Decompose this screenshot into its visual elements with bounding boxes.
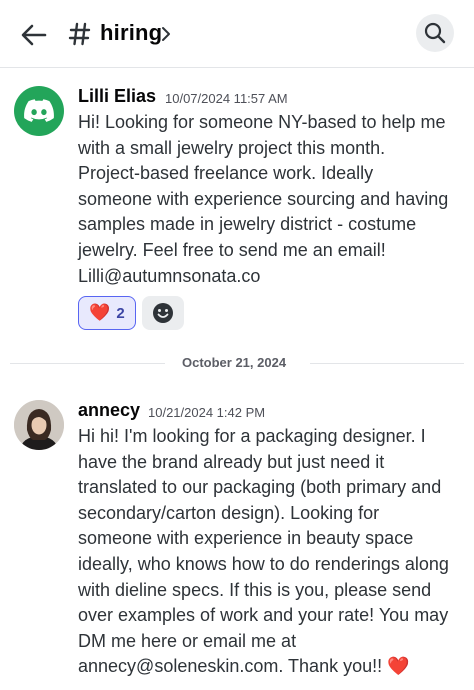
date-divider: October 21, 2024 — [10, 355, 464, 370]
heart-emoji: ❤️ — [89, 303, 111, 322]
date-divider-label: October 21, 2024 — [182, 355, 287, 370]
message-line: samples made in jewelry district - costu… — [78, 214, 417, 235]
message-line: translated to our packaging (both primar… — [78, 477, 442, 498]
channel-header: hiring — [0, 0, 474, 68]
heart-reaction-button[interactable]: ❤️ 2 — [78, 296, 136, 330]
email-link[interactable]: annecy@soleneskin.com. Thank you!! ❤️ — [78, 654, 470, 680]
message-content: Hi! Looking for someone NY-based to help… — [78, 110, 470, 289]
message-timestamp: 10/07/2024 11:57 AM — [165, 91, 288, 106]
message-line: Hi! Looking for someone NY-based to help… — [78, 112, 446, 132]
reaction-count: 2 — [116, 304, 125, 322]
message-line: jewelry. Feel free to send me an email! — [78, 239, 386, 260]
message-line: ideally, who knows how to do renderings … — [78, 553, 449, 574]
message-line: DM me here or email me at — [78, 630, 297, 651]
divider-line — [310, 363, 464, 364]
chevron-right-icon[interactable] — [161, 26, 171, 42]
message-line: secondary/carton design). Looking for — [78, 502, 380, 523]
author-name[interactable]: annecy — [78, 400, 140, 421]
reactions-bar: ❤️ 2 — [78, 296, 184, 330]
search-button[interactable] — [416, 14, 454, 52]
message-line: Hi hi! I'm looking for a packaging desig… — [78, 426, 426, 446]
email-link[interactable]: Lilli@autumnsonata.co — [78, 264, 470, 290]
add-reaction-button[interactable] — [142, 296, 184, 330]
hash-icon — [68, 22, 91, 46]
message-line: with dieline specs. If this is you, plea… — [78, 579, 432, 600]
author-name[interactable]: Lilli Elias — [78, 86, 156, 107]
message-line: someone with experience in beauty space — [78, 528, 414, 549]
arrow-left-icon — [21, 24, 47, 46]
divider-line — [10, 363, 165, 364]
user-photo — [14, 400, 64, 450]
message-line: over examples of work and your rate! You… — [78, 605, 449, 626]
message-line: with a small jewelry project this month. — [78, 137, 386, 158]
message-line: Project-based freelance work. Ideally — [78, 163, 374, 184]
discord-logo-icon — [24, 99, 54, 122]
avatar[interactable] — [14, 86, 64, 136]
message-line: have the brand already but just need it — [78, 451, 385, 472]
back-button[interactable] — [18, 19, 50, 51]
avatar[interactable] — [14, 400, 64, 450]
message-line: someone with experience sourcing and hav… — [78, 188, 449, 209]
add-reaction-icon — [153, 303, 173, 323]
channel-name[interactable]: hiring — [100, 20, 162, 46]
message-content: Hi hi! I'm looking for a packaging desig… — [78, 424, 470, 680]
search-icon — [424, 22, 446, 44]
message-timestamp: 10/21/2024 1:42 PM — [148, 405, 266, 420]
